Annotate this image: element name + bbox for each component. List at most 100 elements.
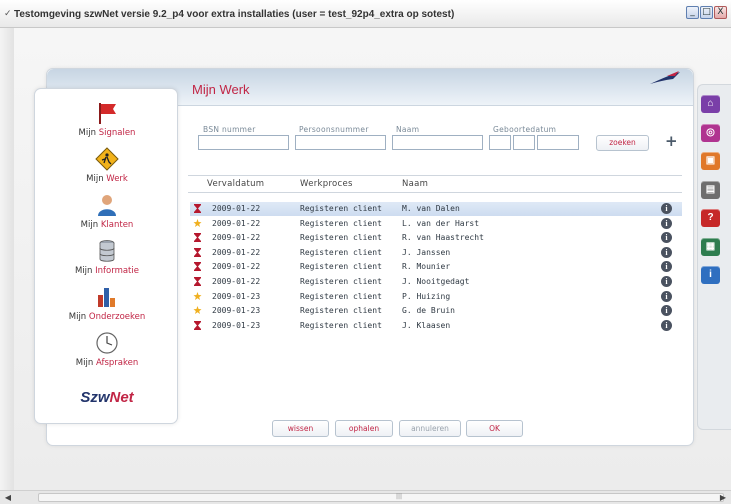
nav-item-mijn-informatie[interactable]: Mijn Informatie [35,239,179,276]
hourglass-icon [194,277,201,286]
persoonsnummer-input[interactable] [295,135,386,150]
info-icon[interactable]: i [661,261,672,273]
nav-item-mijn-signalen[interactable]: Mijn Signalen [35,101,179,138]
column-header-werkproces[interactable]: Werkproces [300,179,353,189]
document-icon[interactable]: ▤ [701,180,720,199]
nav-label-prefix: Mijn [68,312,89,322]
bsn-label: BSN nummer [203,125,256,134]
target-icon[interactable]: ◎ [701,123,720,142]
info-icon[interactable]: i [661,276,672,287]
ophalen-button[interactable]: ophalen [335,420,393,437]
home-icon[interactable]: ⌂ [701,95,720,113]
row-naam: J. Klaasen [402,320,451,330]
table-row[interactable]: 2009-01-23 Registeren client G. de Bruin i [190,304,682,318]
szwnet-logo: SzwNet [35,389,179,406]
row-naam: M. van Dalen [402,204,460,213]
database-icon [99,240,115,262]
row-vervaldatum: 2009-01-22 [212,247,261,257]
bar-chart-icon [98,288,115,307]
row-vervaldatum: 2009-01-22 [212,204,261,213]
geboortedatum-label: Geboortedatum [493,125,557,134]
calculator-icon[interactable]: ▦ [701,237,720,256]
row-werkproces: Registeren client [300,204,382,213]
sidebar-nav: Mijn Signalen Mijn Werk Mijn Klanten Mij… [34,88,178,424]
star-icon [193,291,202,300]
geboortedatum-year-input[interactable] [537,135,579,150]
nav-label-prefix: Mijn [74,266,96,276]
table-row[interactable]: 2009-01-22 Registeren client R. Mounier i [190,260,682,274]
ok-button[interactable]: OK [466,420,523,437]
info-icon[interactable]: i [661,290,672,302]
column-header-naam[interactable]: Naam [402,179,428,189]
nav-label-accent: Afspraken [95,358,139,368]
info-icon[interactable]: i [701,266,720,284]
row-werkproces: Registeren client [300,262,382,272]
row-vervaldatum: 2009-01-22 [212,277,261,286]
hourglass-icon [194,320,201,330]
table-row[interactable]: 2009-01-23 Registeren client P. Huizing i [190,290,682,304]
nav-label-prefix: Mijn [86,174,107,184]
table-row[interactable]: 2009-01-22 Registeren client R. van Haastr… [190,231,682,245]
annuleren-button[interactable]: annuleren [399,420,461,437]
nav-item-mijn-werk[interactable]: Mijn Werk [35,147,179,184]
info-icon[interactable]: i [661,246,672,258]
nav-item-mijn-klanten[interactable]: Mijn Klanten [35,193,179,230]
worker-sign-icon [95,147,119,171]
horizontal-scrollbar[interactable]: ◀ ||| ▶ [0,490,731,504]
window-controls: _ □ X [686,6,727,19]
table-row[interactable]: 2009-01-22 Registeren client J. Nooitgedag… [190,275,682,289]
row-werkproces: Registeren client [300,218,382,228]
nav-item-mijn-onderzoeken[interactable]: Mijn Onderzoeken [35,285,179,322]
hourglass-icon [194,247,201,257]
table-row[interactable]: 2009-01-22 Registeren client J. Janssen i [190,246,682,260]
naam-input[interactable] [392,135,483,150]
row-werkproces: Registeren client [300,306,382,316]
row-vervaldatum: 2009-01-22 [212,233,261,243]
column-header-vervaldatum[interactable]: Vervaldatum [207,179,264,189]
hourglass-icon [194,233,201,243]
row-vervaldatum: 2009-01-22 [212,218,261,228]
nav-label-accent: Klanten [100,220,134,230]
info-icon[interactable]: i [661,305,672,317]
brand-accent: Net [109,389,134,406]
scroll-right-icon[interactable]: ▶ [717,492,729,503]
clock-icon [96,332,118,354]
geboortedatum-day-input[interactable] [489,135,511,150]
scroll-left-icon[interactable]: ◀ [2,492,14,503]
scroll-grip-icon: ||| [396,493,403,500]
zoeken-button[interactable]: zoeken [596,135,649,151]
row-werkproces: Registeren client [300,233,382,243]
table-row[interactable]: 2009-01-23 Registeren client J. Klaasen i [190,319,682,333]
nav-item-mijn-afspraken[interactable]: Mijn Afspraken [35,331,179,368]
geboortedatum-month-input[interactable] [513,135,535,150]
info-icon[interactable]: i [661,232,672,244]
window-titlebar: ✓ Testomgeving szwNet versie 9.2_p4 voor… [0,0,731,28]
help-icon[interactable]: ? [701,209,720,227]
nav-label-accent: Werk [106,174,128,184]
naam-label: Naam [396,125,420,134]
nav-label-accent: Signalen [98,128,136,138]
nav-label-prefix: Mijn [78,128,99,138]
persoonsnummer-label: Persoonsnummer [299,125,369,134]
lock-icon[interactable]: ▣ [701,152,720,170]
bsn-input[interactable] [198,135,289,150]
scroll-thumb[interactable] [38,493,724,502]
minimize-button[interactable]: _ [686,6,699,19]
row-werkproces: Registeren client [300,277,382,286]
row-vervaldatum: 2009-01-23 [212,291,261,301]
row-naam: R. van Haastrecht [402,233,484,243]
maximize-button[interactable]: □ [700,6,713,19]
table-row[interactable]: 2009-01-22 Registeren client M. van Dalen i [190,202,682,216]
table-row[interactable]: 2009-01-22 Registeren client L. van der Ha… [190,217,682,231]
info-icon[interactable]: i [661,319,672,331]
add-icon[interactable]: + [665,134,678,149]
info-icon[interactable]: i [661,217,672,229]
row-naam: J. Nooitgedagt [402,277,470,286]
info-icon[interactable]: i [661,203,672,214]
close-button[interactable]: X [714,6,727,19]
hourglass-icon [194,204,201,213]
hourglass-icon [194,262,201,272]
row-werkproces: Registeren client [300,320,382,330]
row-naam: P. Huizing [402,291,451,301]
wissen-button[interactable]: wissen [272,420,329,437]
